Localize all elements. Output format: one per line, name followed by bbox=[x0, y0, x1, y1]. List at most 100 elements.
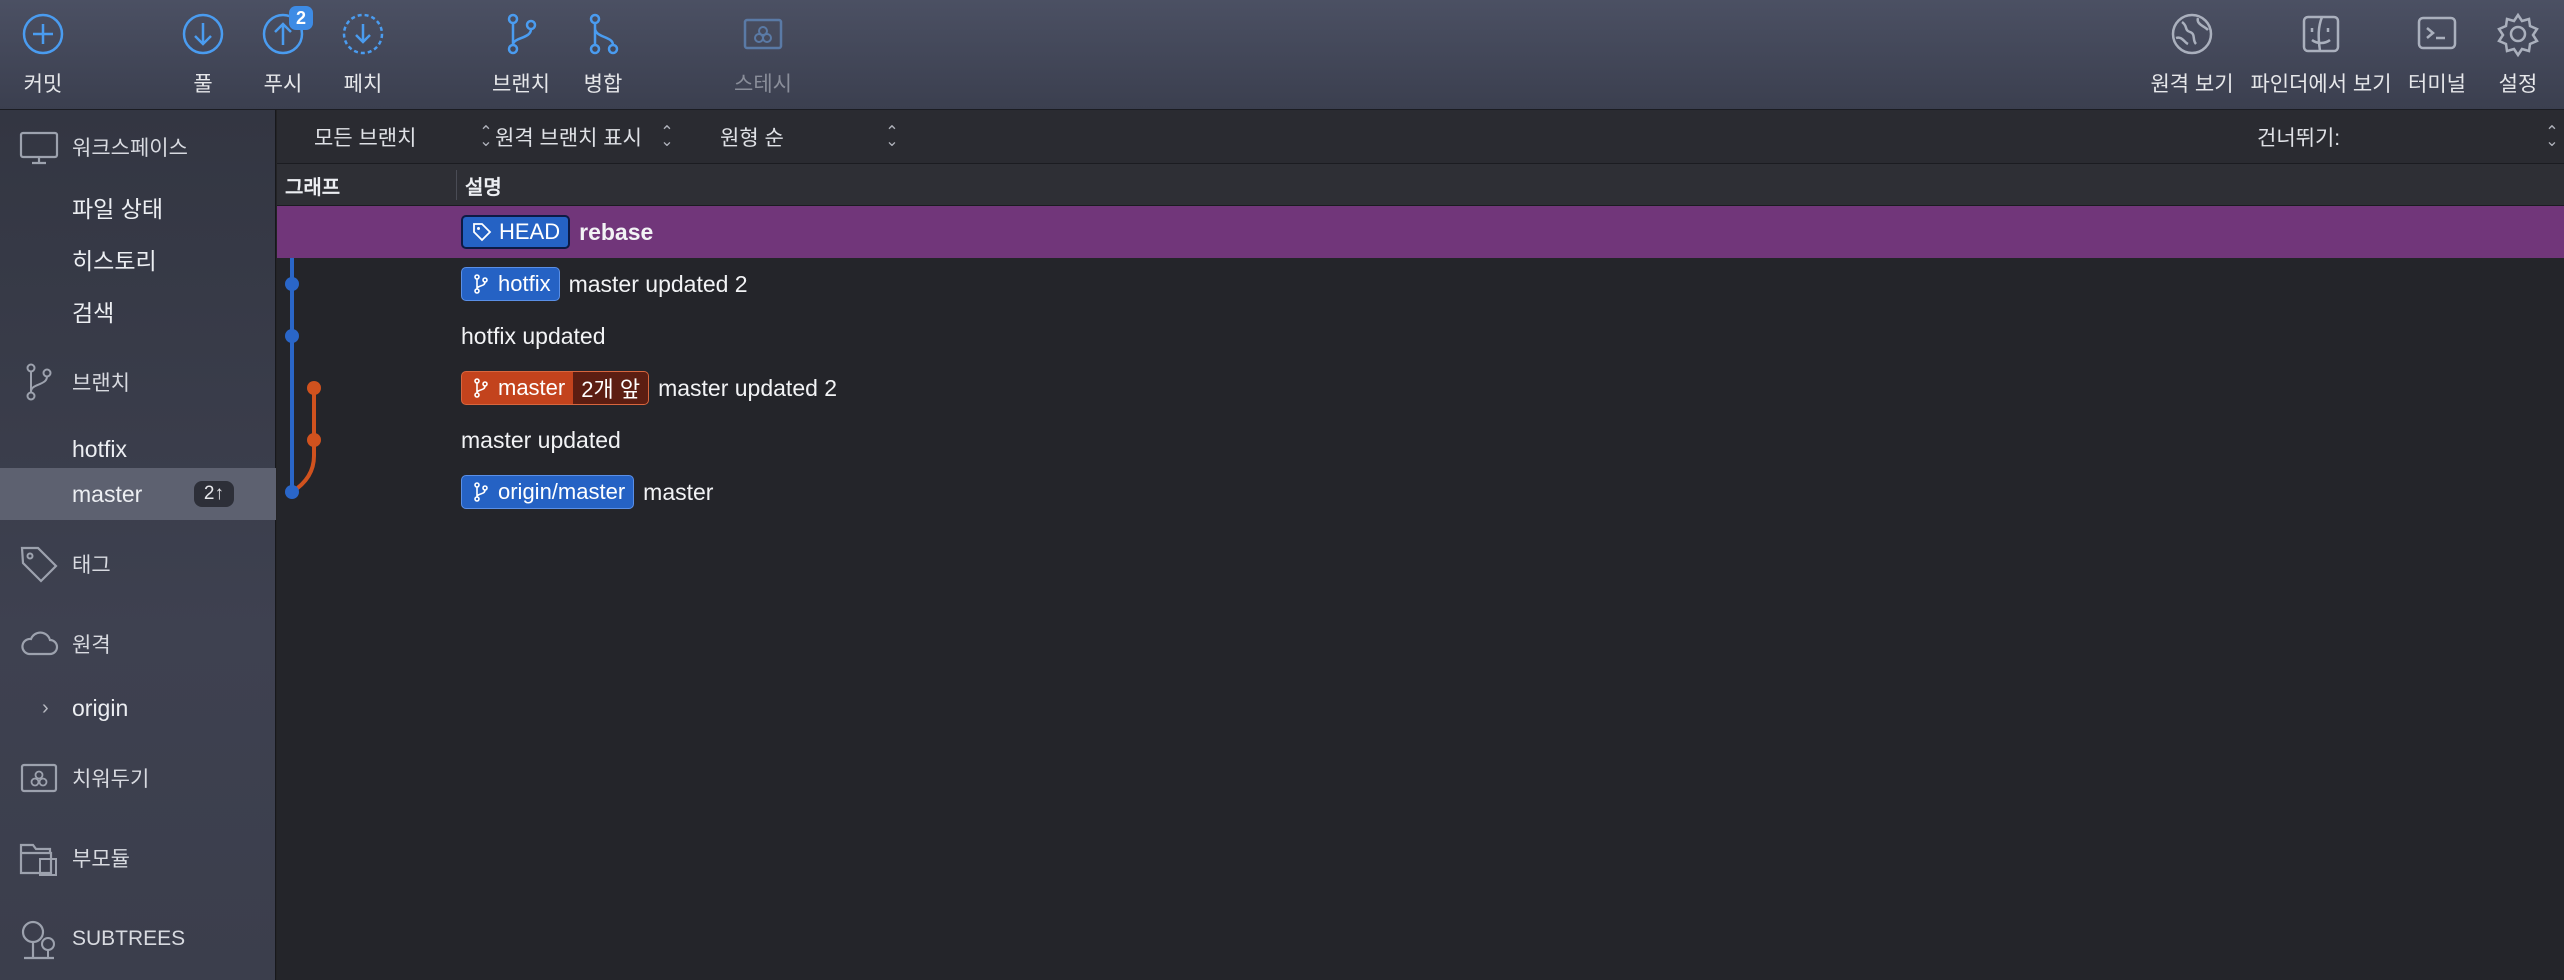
commit-row[interactable]: master updated bbox=[277, 414, 2564, 466]
updown-chevron-icon: ⌃ ⌄ bbox=[479, 124, 493, 150]
ahead-count-badge: 2개 앞 bbox=[573, 372, 649, 404]
commit-row[interactable]: origin/master master bbox=[277, 466, 2564, 518]
commit-message: hotfix updated bbox=[461, 322, 606, 349]
tag-label: HEAD bbox=[499, 219, 561, 244]
stash-box-icon bbox=[739, 10, 787, 58]
tree-icon bbox=[18, 918, 60, 960]
sidebar-section-workspace[interactable]: 워크스페이스 bbox=[0, 119, 276, 175]
sidebar-item-search[interactable]: 검색 bbox=[0, 285, 276, 337]
ahead-badge: 2↑ bbox=[193, 481, 234, 507]
updown-chevron-icon: ⌃ ⌄ bbox=[885, 124, 899, 150]
order-value: 원형 순 bbox=[720, 127, 784, 150]
commit-message: rebase bbox=[579, 218, 654, 245]
sidebar-item-file-status[interactable]: 파일 상태 bbox=[0, 181, 276, 233]
branch-icon bbox=[474, 378, 488, 398]
plus-circle-icon bbox=[19, 10, 67, 58]
order-select[interactable]: 원형 순 ⌃ ⌄ bbox=[720, 110, 910, 164]
subtrees-label: SUBTREES bbox=[72, 927, 186, 950]
stashes-label: 치워두기 bbox=[72, 768, 150, 791]
pull-arrow-icon bbox=[179, 10, 227, 58]
sidebar-section-tags[interactable]: 태그 bbox=[0, 536, 276, 592]
commit-button[interactable]: 커밋 bbox=[0, 10, 103, 102]
commit-row[interactable]: hotfix updated bbox=[277, 310, 2564, 362]
show-in-finder-label: 파인더에서 보기 bbox=[2250, 73, 2392, 96]
finder-icon bbox=[2297, 10, 2345, 58]
column-header: 그래프 설명 bbox=[277, 164, 2564, 206]
chevron-right-icon[interactable]: › bbox=[42, 697, 49, 720]
tag-label: hotfix bbox=[498, 271, 551, 296]
commit-row[interactable]: HEAD rebase bbox=[277, 206, 2564, 258]
sidebar-section-remotes[interactable]: 원격 bbox=[0, 616, 276, 672]
terminal-icon bbox=[2413, 10, 2461, 58]
pull-label: 풀 bbox=[193, 73, 213, 96]
fetch-arrow-icon bbox=[339, 10, 387, 58]
branch-filter-select[interactable]: 모든 브랜치 ⌃ ⌄ bbox=[314, 110, 493, 164]
monitor-icon bbox=[18, 126, 60, 168]
description-column-header[interactable]: 설명 bbox=[465, 164, 502, 206]
settings-label: 설정 bbox=[2498, 73, 2538, 96]
workspace-label: 워크스페이스 bbox=[72, 137, 188, 160]
fetch-label: 페치 bbox=[343, 73, 383, 96]
sidebar-item-label: master bbox=[72, 480, 143, 507]
stash-button[interactable]: 스테시 bbox=[703, 10, 823, 102]
commit-message: master updated bbox=[461, 426, 621, 453]
commit-message: master updated 2 bbox=[658, 374, 838, 401]
push-label: 푸시 bbox=[263, 73, 303, 96]
globe-icon bbox=[2168, 10, 2216, 58]
branch-icon bbox=[474, 482, 488, 502]
head-tag[interactable]: HEAD bbox=[461, 215, 571, 249]
fetch-button[interactable]: 페치 bbox=[303, 10, 423, 102]
stash-box-icon bbox=[18, 757, 60, 799]
toolbar: 커밋 풀 2 푸시 페치 브랜치 병합 스테시 원격 보기 파인더에서 보기 터… bbox=[0, 0, 2564, 110]
tag-icon bbox=[473, 223, 492, 242]
remotes-label: 원격 bbox=[72, 634, 111, 657]
branch-filter-value: 모든 브랜치 bbox=[314, 127, 417, 150]
sidebar-item-label: origin bbox=[72, 694, 129, 721]
commit-row[interactable]: master 2개 앞 master updated 2 bbox=[277, 362, 2564, 414]
updown-chevron-icon: ⌃ ⌄ bbox=[2545, 124, 2559, 150]
sidebar-item-label: hotfix bbox=[72, 435, 127, 462]
sidebar-item-label: 파일 상태 bbox=[72, 196, 164, 222]
merge-icon bbox=[579, 10, 627, 58]
cloud-icon bbox=[18, 623, 60, 665]
gear-icon bbox=[2494, 10, 2542, 58]
stash-label: 스테시 bbox=[734, 73, 792, 96]
branch-tag-hotfix[interactable]: hotfix bbox=[461, 267, 560, 301]
sidebar-item-label: 검색 bbox=[72, 300, 115, 326]
column-divider[interactable] bbox=[456, 170, 457, 200]
branch-icon bbox=[497, 10, 545, 58]
branch-tag-master[interactable]: master 2개 앞 bbox=[461, 371, 650, 405]
sidebar: 워크스페이스 파일 상태 히스토리 검색 브랜치 hotfix master 2↑… bbox=[0, 110, 276, 980]
sidebar-section-branches[interactable]: 브랜치 bbox=[0, 354, 276, 410]
remote-branch-display-select[interactable]: 원격 브랜치 표시 ⌃ ⌄ bbox=[495, 110, 705, 164]
sidebar-item-origin[interactable]: › origin bbox=[0, 682, 276, 734]
commit-row[interactable]: hotfix master updated 2 bbox=[277, 258, 2564, 310]
branch-label: 브랜치 bbox=[492, 73, 550, 96]
merge-label: 병합 bbox=[583, 73, 623, 96]
tag-label: origin/master bbox=[498, 479, 626, 504]
sidebar-section-stashes[interactable]: 치워두기 bbox=[0, 750, 276, 806]
sidebar-item-label: 히스토리 bbox=[72, 248, 157, 274]
commit-message: master updated 2 bbox=[568, 270, 748, 297]
branch-icon bbox=[474, 274, 488, 294]
graph-column-header[interactable]: 그래프 bbox=[285, 164, 340, 206]
updown-chevron-icon: ⌃ ⌄ bbox=[660, 124, 674, 150]
sidebar-item-master[interactable]: master 2↑ bbox=[0, 468, 276, 520]
settings-button[interactable]: 설정 bbox=[2458, 10, 2564, 102]
sidebar-section-subtrees[interactable]: SUBTREES bbox=[0, 911, 276, 967]
submodules-label: 부모듈 bbox=[72, 848, 130, 871]
merge-button[interactable]: 병합 bbox=[543, 10, 663, 102]
jump-to-select[interactable]: 건너뛰기: ⌃ ⌄ bbox=[2257, 110, 2559, 164]
sidebar-item-history[interactable]: 히스토리 bbox=[0, 233, 276, 285]
tags-label: 태그 bbox=[72, 554, 111, 577]
push-arrow-icon: 2 bbox=[259, 6, 313, 58]
sidebar-section-submodules[interactable]: 부모듈 bbox=[0, 830, 276, 886]
tag-label: master bbox=[498, 375, 566, 400]
show-remote-label: 원격 보기 bbox=[2150, 73, 2234, 96]
branch-icon bbox=[18, 361, 60, 403]
filter-bar: 모든 브랜치 ⌃ ⌄ 원격 브랜치 표시 ⌃ ⌄ 원형 순 ⌃ ⌄ 건너뛰기: ⌃ ⌄ bbox=[277, 110, 2564, 164]
jump-to-label: 건너뛰기: bbox=[2257, 127, 2341, 150]
branches-label: 브랜치 bbox=[72, 372, 130, 395]
history-panel: 모든 브랜치 ⌃ ⌄ 원격 브랜치 표시 ⌃ ⌄ 원형 순 ⌃ ⌄ 건너뛰기: ⌃ ⌄ … bbox=[277, 110, 2564, 980]
branch-tag-origin-master[interactable]: origin/master bbox=[461, 475, 635, 509]
